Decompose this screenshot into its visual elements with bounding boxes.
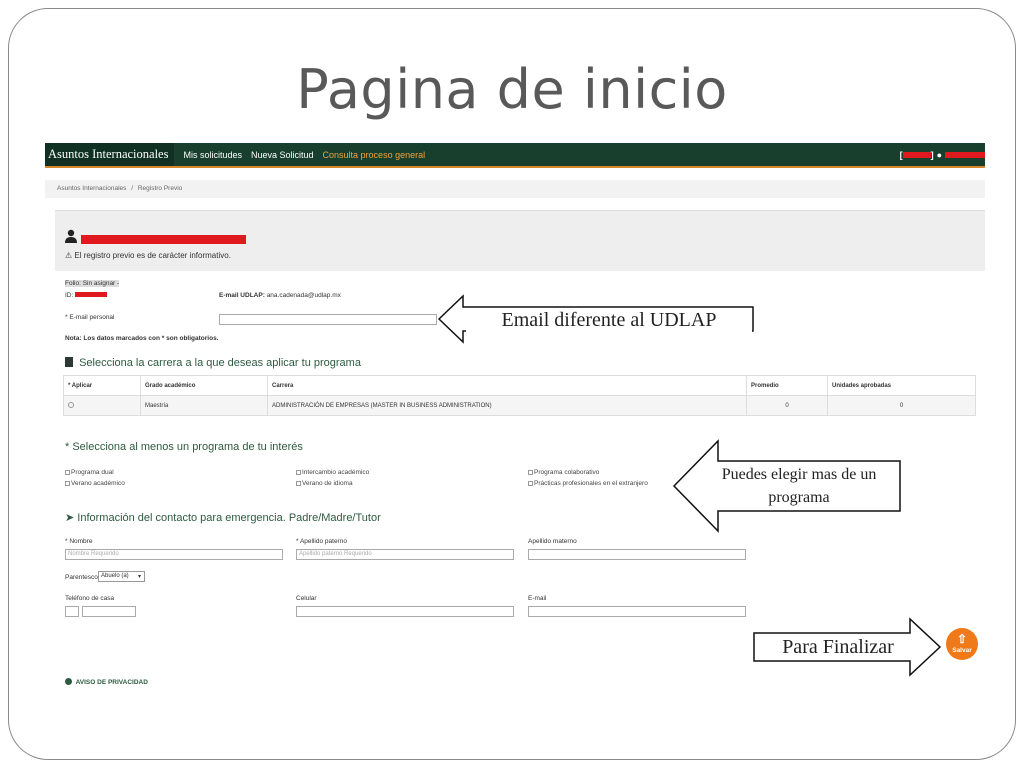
apellido-paterno-label: * Apellido paterno	[296, 538, 347, 545]
table-header-row: * Aplicar Grado académico Carrera Promed…	[63, 375, 976, 396]
email-udlap-value: ana.cadenada@udlap.mx	[266, 292, 341, 299]
breadcrumb-home[interactable]: Asuntos Internacionales	[57, 185, 126, 192]
apply-radio[interactable]	[68, 401, 74, 408]
redacted-full-name	[81, 235, 246, 244]
option-verano-idioma[interactable]: Verano de idioma	[296, 480, 353, 487]
email-personal-label: * E-mail personal	[65, 314, 115, 321]
id-label: ID:	[65, 292, 108, 299]
required-note: Nota: Los datos marcados con * son oblig…	[65, 335, 219, 342]
apellido-materno-label: Apellido materno	[528, 538, 577, 545]
option-label: Programa colaborativo	[534, 469, 600, 476]
email-callout: Email diferente al UDLAP	[466, 308, 752, 332]
telefono-label: Teléfono de casa	[65, 595, 115, 602]
person-icon	[65, 229, 77, 243]
book-icon	[65, 357, 73, 367]
cell-grado: Maestría	[140, 395, 268, 416]
apply-radio-cell[interactable]	[63, 395, 141, 416]
plus-circle-icon	[65, 678, 72, 685]
header-promedio: Promedio	[746, 375, 828, 396]
id-label-text: ID:	[65, 292, 74, 299]
celular-input[interactable]	[296, 606, 514, 617]
checkbox[interactable]	[65, 481, 70, 486]
top-navbar: Asuntos Internacionales Mis solicitudes …	[45, 143, 985, 168]
folio-label: Folio: Sin asignar -	[65, 280, 120, 287]
emergency-title-text: Información del contacto para emergencia…	[77, 512, 381, 524]
email-contact-input[interactable]	[528, 606, 746, 617]
save-label: Salvar	[952, 647, 972, 654]
privacy-label: AVISO DE PRIVACIDAD	[75, 679, 148, 686]
emergency-section-title: ➤ Información del contacto para emergenc…	[65, 511, 381, 524]
option-programa-dual[interactable]: Programa dual	[65, 469, 114, 476]
nombre-label: * Nombre	[65, 538, 93, 545]
table-row: Maestría ADMINISTRACIÓN DE EMPRESAS (MAS…	[63, 395, 976, 416]
parentesco-select[interactable]: Abuelo (a) ▾	[98, 571, 145, 582]
checkbox[interactable]	[528, 470, 533, 475]
telefono-lada-input[interactable]	[65, 606, 79, 617]
careers-section-title: Selecciona la carrera a la que deseas ap…	[65, 357, 361, 369]
apellido-paterno-input[interactable]: Apellido paterno Requerido	[296, 549, 514, 560]
screenshot: Asuntos Internacionales Mis solicitudes …	[45, 143, 985, 698]
celular-label: Celular	[296, 595, 317, 602]
redacted-id	[75, 292, 108, 297]
registration-panel-header: ⚠ El registro previo es de carácter info…	[55, 210, 985, 271]
programs-callout: Puedes elegir mas de un programa	[706, 463, 892, 509]
breadcrumb-current: Registro Previo	[137, 185, 183, 192]
brand-logo[interactable]: Asuntos Internacionales	[45, 143, 175, 166]
header-unidades: Unidades aprobadas	[827, 375, 976, 396]
email-udlap-label: E-mail UDLAP:	[219, 292, 265, 299]
breadcrumb-separator: /	[131, 185, 134, 192]
email-udlap: E-mail UDLAP: ana.cadenada@udlap.mx	[219, 292, 341, 299]
redacted-user-name	[945, 152, 985, 158]
header-aplicar: * Aplicar	[63, 375, 141, 396]
cell-carrera: ADMINISTRACIÓN DE EMPRESAS (MASTER IN BU…	[267, 395, 747, 416]
parentesco-value: Abuelo (a)	[101, 573, 129, 579]
careers-title-text: Selecciona la carrera a la que deseas ap…	[79, 357, 361, 369]
save-button[interactable]: ⇧ Salvar	[946, 628, 978, 660]
telefono-numero-input[interactable]	[82, 606, 136, 617]
careers-table: * Aplicar Grado académico Carrera Promed…	[63, 375, 976, 416]
option-verano-academico[interactable]: Verano académico	[65, 480, 125, 487]
apellido-materno-input[interactable]	[528, 549, 746, 560]
nav-nueva-solicitud[interactable]: Nueva Solicitud	[251, 150, 314, 160]
header-grado: Grado académico	[140, 375, 268, 396]
option-label: Programa dual	[71, 469, 114, 476]
email-personal-input[interactable]	[219, 314, 437, 325]
checkbox[interactable]	[65, 470, 70, 475]
cell-promedio: 0	[746, 395, 828, 416]
nav-mis-solicitudes[interactable]: Mis solicitudes	[183, 150, 242, 160]
email-contact-label: E-mail	[528, 595, 547, 602]
cloud-upload-icon: ⇧	[956, 632, 968, 646]
nav-consulta-proceso[interactable]: Consulta proceso general	[323, 150, 426, 160]
privacy-link[interactable]: AVISO DE PRIVACIDAD	[65, 678, 148, 686]
info-text: El registro previo es de carácter inform…	[74, 251, 231, 260]
option-practicas[interactable]: Prácticas profesionales en el extranjero	[528, 480, 648, 487]
chevron-down-icon: ▾	[137, 574, 141, 580]
option-intercambio[interactable]: Intercambio académico	[296, 469, 369, 476]
option-label: Intercambio académico	[302, 469, 370, 476]
checkbox[interactable]	[296, 481, 301, 486]
info-message: ⚠ El registro previo es de carácter info…	[65, 251, 231, 260]
option-colaborativo[interactable]: Programa colaborativo	[528, 469, 599, 476]
slide-title: Pagina de inicio	[296, 58, 728, 121]
user-icon: ●	[936, 150, 942, 160]
warning-icon: ⚠	[65, 251, 73, 260]
nombre-input[interactable]: Nombre Requerido	[65, 549, 283, 560]
header-carrera: Carrera	[267, 375, 747, 396]
finish-callout: Para Finalizar	[762, 635, 914, 659]
checkbox[interactable]	[296, 470, 301, 475]
user-id-close: ]	[930, 150, 934, 160]
programs-section-title: * Selecciona al menos un programa de tu …	[65, 441, 303, 453]
option-label: Verano académico	[71, 480, 125, 487]
redacted-user-id	[902, 152, 931, 158]
user-menu[interactable]: [ ] ●	[900, 150, 985, 160]
parentesco-label: Parentesco	[65, 574, 98, 581]
checkbox[interactable]	[528, 481, 533, 486]
option-label: Verano de idioma	[302, 480, 353, 487]
cell-unidades: 0	[827, 395, 976, 416]
option-label: Prácticas profesionales en el extranjero	[534, 480, 648, 487]
paper-plane-icon: ➤	[65, 512, 75, 524]
breadcrumb: Asuntos Internacionales / Registro Previ…	[45, 180, 985, 198]
